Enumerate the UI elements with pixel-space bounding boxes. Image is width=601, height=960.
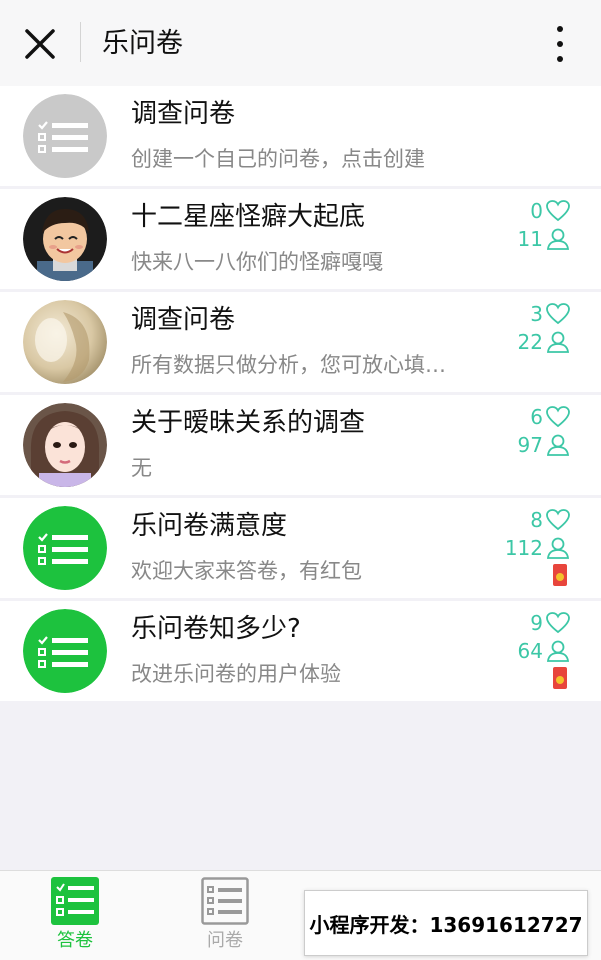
list-item[interactable]: 调查问卷 所有数据只做分析，您可放心填… 3 22 xyxy=(0,292,601,392)
heart-icon xyxy=(546,509,570,531)
person-icon xyxy=(546,640,570,662)
list-item[interactable]: 关于暧昧关系的调查 无 6 97 xyxy=(0,395,601,495)
list-item-desc: 快来八一八你们的怪癖嘎嘎 xyxy=(131,250,383,274)
list-item-create[interactable]: 调查问卷 创建一个自己的问卷，点击创建 xyxy=(0,86,601,186)
participants-stat: 97 xyxy=(518,431,571,459)
list-item[interactable]: 乐问卷知多少? 改进乐问卷的用户体验 9 64 xyxy=(0,601,601,701)
participants-stat: 11 xyxy=(518,225,571,253)
likes-stat: 3 xyxy=(530,300,571,328)
list-item-desc: 创建一个自己的问卷，点击创建 xyxy=(131,147,425,171)
green-list-icon xyxy=(23,506,107,590)
person-icon xyxy=(546,228,570,250)
list-item-title: 调查问卷 xyxy=(131,305,236,335)
list-item[interactable]: 十二星座怪癖大起底 快来八一八你们的怪癖嘎嘎 0 11 xyxy=(0,189,601,289)
person-icon xyxy=(546,331,570,353)
list-item-title: 乐问卷满意度 xyxy=(131,511,288,541)
red-envelope-icon xyxy=(553,667,567,689)
tab-label: 问卷 xyxy=(207,930,243,951)
person-icon xyxy=(546,537,570,559)
likes-stat: 6 xyxy=(530,403,571,431)
participants-count: 64 xyxy=(517,639,543,663)
likes-count: 8 xyxy=(530,508,543,532)
tab-answers[interactable]: 答卷 xyxy=(30,877,120,960)
heart-icon xyxy=(546,612,570,634)
item-stats: 9 64 xyxy=(518,609,571,689)
list-item-title: 关于暧昧关系的调查 xyxy=(131,408,366,438)
list-item-desc: 改进乐问卷的用户体验 xyxy=(131,662,341,686)
likes-count: 3 xyxy=(530,302,543,326)
participants-stat: 64 xyxy=(518,637,571,665)
more-vertical-icon[interactable] xyxy=(548,22,572,66)
list-item-desc: 欢迎大家来答卷，有红包 xyxy=(131,559,362,583)
soft-portrait-photo xyxy=(23,300,107,384)
likes-stat: 0 xyxy=(530,197,571,225)
item-stats: 3 22 xyxy=(518,300,571,356)
participants-count: 97 xyxy=(517,433,543,457)
questionnaire-list: 调查问卷 创建一个自己的问卷，点击创建 十二星座怪癖大起底 快来八一八你们的怪癖… xyxy=(0,86,601,704)
red-envelope-icon xyxy=(553,564,567,586)
participants-count: 11 xyxy=(517,227,543,251)
tab-label: 答卷 xyxy=(57,930,93,951)
list-item-title: 调查问卷 xyxy=(131,99,236,129)
heart-icon xyxy=(546,406,570,428)
list-item-title: 乐问卷知多少? xyxy=(131,614,301,644)
list-item-title: 十二星座怪癖大起底 xyxy=(131,202,366,232)
likes-stat: 9 xyxy=(530,609,571,637)
heart-icon xyxy=(546,303,570,325)
participants-stat: 22 xyxy=(518,328,571,356)
page-title: 乐问卷 xyxy=(102,28,183,59)
likes-count: 9 xyxy=(530,611,543,635)
gray-list-icon xyxy=(23,94,107,178)
header-divider xyxy=(80,22,81,62)
questionnaire-list-icon xyxy=(201,877,249,925)
green-list-icon xyxy=(23,609,107,693)
likes-count: 0 xyxy=(530,199,543,223)
girl-selfie-photo xyxy=(23,403,107,487)
tab-questionnaires[interactable]: 问卷 xyxy=(180,877,270,960)
heart-icon xyxy=(546,200,570,222)
item-stats: 0 11 xyxy=(518,197,571,253)
item-stats: 6 97 xyxy=(518,403,571,459)
watermark-banner: 小程序开发：13691612727 xyxy=(304,890,588,956)
list-item-desc: 无 xyxy=(131,456,152,480)
answer-list-icon xyxy=(51,877,99,925)
list-item-desc: 所有数据只做分析，您可放心填… xyxy=(131,353,446,377)
participants-count: 112 xyxy=(504,536,543,560)
participants-count: 22 xyxy=(517,330,543,354)
list-item[interactable]: 乐问卷满意度 欢迎大家来答卷，有红包 8 112 xyxy=(0,498,601,598)
likes-stat: 8 xyxy=(530,506,571,534)
item-stats: 8 112 xyxy=(505,506,571,586)
likes-count: 6 xyxy=(530,405,543,429)
header-bar: 乐问卷 xyxy=(0,0,601,86)
person-icon xyxy=(546,434,570,456)
close-icon[interactable] xyxy=(22,26,58,62)
cartoon-boy-photo xyxy=(23,197,107,281)
participants-stat: 112 xyxy=(505,534,571,562)
